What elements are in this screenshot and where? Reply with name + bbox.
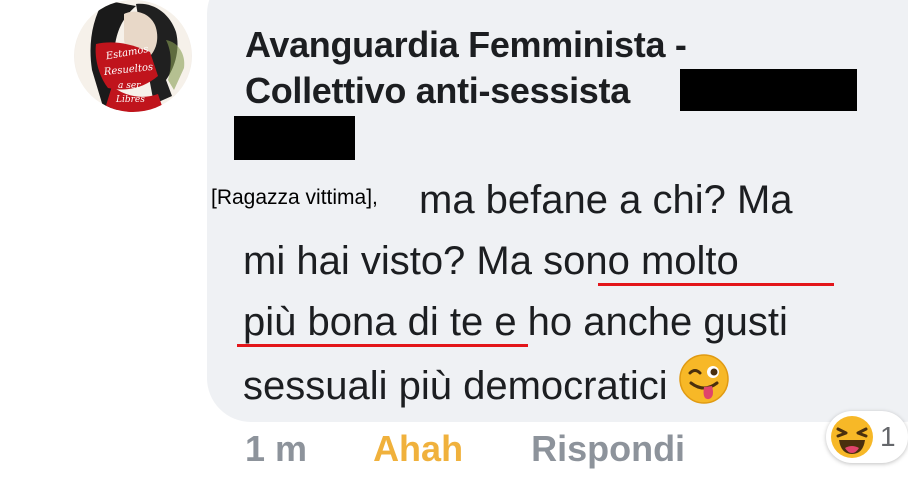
- timestamp[interactable]: 1 m: [245, 428, 307, 470]
- redaction-box: [680, 69, 857, 111]
- avatar-image: Estamos Resueltos a ser Libres: [75, 0, 191, 112]
- comment-line-3-end: e ho anche gusti: [483, 300, 788, 344]
- comment-screenshot: Estamos Resueltos a ser Libres Avanguard…: [0, 0, 908, 480]
- comment-actions: 1 m Ahah Rispondi: [245, 428, 685, 470]
- author-name-line-1[interactable]: Avanguardia Femminista -: [245, 22, 885, 68]
- red-underline: [237, 344, 528, 347]
- comment-line-4: sessuali più democratici: [243, 353, 903, 414]
- avatar[interactable]: Estamos Resueltos a ser Libres: [74, 0, 192, 112]
- avatar-text-line-4: Libres: [115, 95, 145, 105]
- avatar-text-line-3: a ser: [118, 81, 141, 91]
- redaction-box: [234, 116, 355, 160]
- highlighted-phrase: sono molto: [543, 239, 739, 283]
- reaction-button[interactable]: Ahah: [373, 428, 463, 470]
- comment-line-2-start: mi hai visto? Ma: [243, 239, 544, 283]
- winking-tongue-face-icon: [678, 354, 729, 404]
- comment-line-1: ma befane a chi? Ma: [419, 178, 793, 222]
- highlighted-phrase: più bona di te: [243, 300, 484, 344]
- comment-line-4-text: sessuali più democratici: [243, 364, 668, 408]
- reply-button[interactable]: Rispondi: [531, 428, 685, 470]
- comment-text: ma befane a chi? Ma mi hai visto? Ma son…: [243, 170, 903, 414]
- red-underline: [598, 283, 834, 286]
- laughing-face-icon: [831, 416, 873, 458]
- reaction-count: 1: [880, 421, 896, 452]
- reaction-summary[interactable]: 1: [826, 411, 908, 463]
